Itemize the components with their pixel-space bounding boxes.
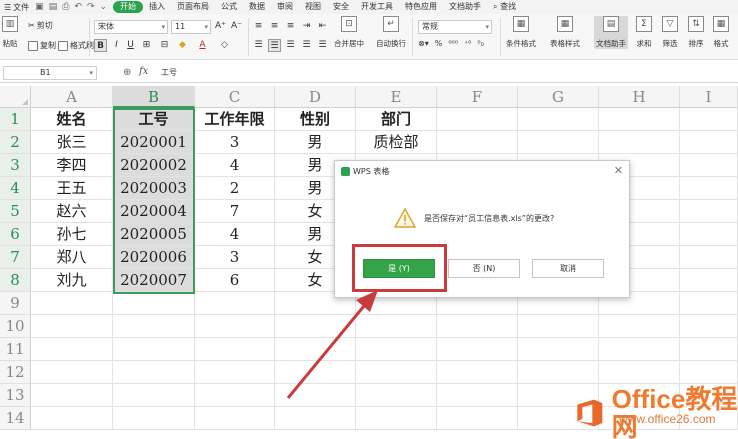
watermark-name-a: Office: [611, 384, 686, 414]
watermark-url: www.office26.com: [619, 412, 716, 426]
annotation-arrow: [286, 290, 378, 399]
watermark: Office教程网 www.office26.com: [574, 385, 738, 439]
office-logo-icon: [577, 399, 603, 427]
